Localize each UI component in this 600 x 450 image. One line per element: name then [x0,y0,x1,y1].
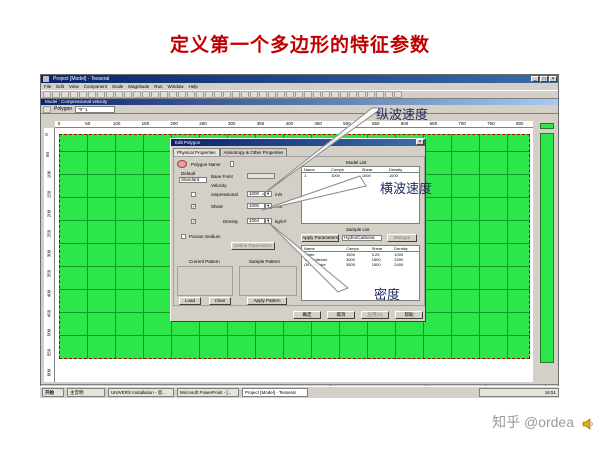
taskbar-item[interactable]: UNIVERS Installation - 思... [108,388,174,397]
taskbar-item[interactable]: Microsoft PowerPoint - [... [177,388,239,397]
windows-taskbar: 开始 主音明 UNIVERS Installation - 思... Micro… [40,386,559,398]
taskbar-item[interactable]: Project [Model] - Tesseral [242,388,308,397]
watermark: 知乎 @ordea [492,414,574,430]
speaker-icon[interactable] [582,418,594,430]
s-wave-callout [261,175,367,211]
taskbar-item[interactable]: 主音明 [67,388,105,397]
density-callout [267,221,349,293]
density-annotation: 密度 [374,288,401,303]
s-wave-annotation: 横波速度 [380,182,433,197]
annotation-callouts [261,107,384,293]
start-button[interactable]: 开始 [42,388,64,397]
system-tray-clock[interactable]: 16:51 [479,388,559,397]
p-wave-annotation: 纵波速度 [376,108,429,123]
